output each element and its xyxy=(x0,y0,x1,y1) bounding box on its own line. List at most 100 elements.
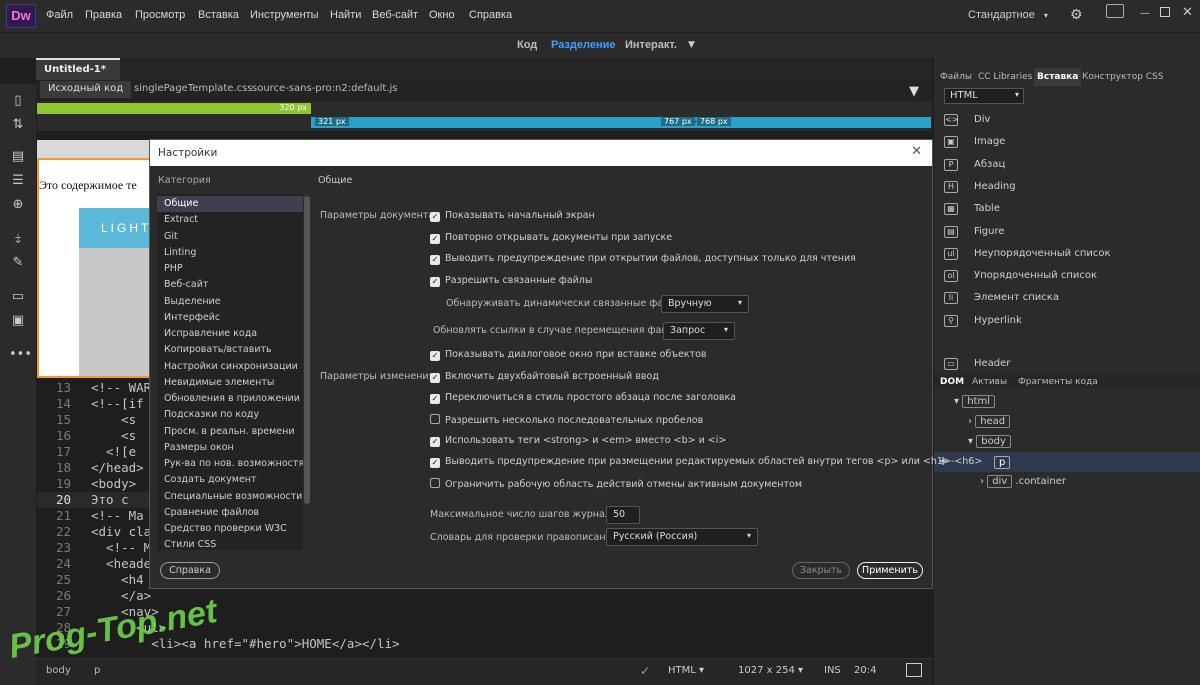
category-item[interactable]: Размеры окон xyxy=(157,440,303,456)
tag-selector-p[interactable]: p xyxy=(94,665,100,676)
window-size-select[interactable]: 1027 x 254 ▾ xyxy=(738,665,803,676)
brush-icon[interactable]: ✎ xyxy=(9,254,27,272)
related-file-css[interactable]: singlePageTemplate.css xyxy=(134,83,253,94)
file-icon[interactable]: ▯ xyxy=(9,92,27,110)
code-view-button[interactable]: Код xyxy=(517,39,537,51)
category-item[interactable]: Сравнение файлов xyxy=(157,505,303,521)
media-query-bar-blue[interactable]: 321 px »»»»»»»»»»»»»» 767 px 768 px xyxy=(311,117,931,128)
tab-insert[interactable]: Вставка xyxy=(1034,68,1082,86)
category-item[interactable]: PHP xyxy=(157,261,303,277)
source-code-button[interactable]: Исходный код xyxy=(40,81,132,98)
option-row[interactable]: ✓ Повторно открывать документы при запуск… xyxy=(430,232,672,244)
dictionary-select[interactable]: Русский (Россия) ▾ xyxy=(606,528,758,546)
category-scrollbar[interactable] xyxy=(304,196,310,504)
menu-item-7[interactable]: Окно xyxy=(429,9,455,21)
option-row[interactable]: ✓ Использовать теги <strong> и <em> вмест… xyxy=(430,435,726,447)
dom-node-body[interactable]: ▾ body xyxy=(968,435,1011,448)
option-row[interactable]: Разрешить несколько последовательных про… xyxy=(430,413,703,426)
category-item[interactable]: Обновления в приложении xyxy=(157,391,303,407)
checkbox[interactable] xyxy=(430,413,440,424)
checkbox[interactable]: ✓ xyxy=(430,436,440,447)
category-item[interactable]: Настройки синхронизации xyxy=(157,359,303,375)
tab-assets[interactable]: Активы xyxy=(972,377,1007,387)
insert-item[interactable]: H Heading xyxy=(934,179,1200,197)
insert-item[interactable]: ol Упорядоченный список xyxy=(934,268,1200,286)
chevron-down-icon[interactable]: ▼ xyxy=(688,40,695,50)
tab-cc-libraries[interactable]: CC Libraries xyxy=(978,72,1032,82)
category-item[interactable]: Интерфейс xyxy=(157,310,303,326)
menu-item-4[interactable]: Инструменты xyxy=(250,9,319,21)
gear-icon[interactable]: ⚙ xyxy=(1070,7,1083,23)
category-item[interactable]: Средство проверки W3C xyxy=(157,521,303,537)
workspace-switcher[interactable]: Стандартное ▾ xyxy=(968,9,1048,21)
insert-item[interactable]: ▭ Header xyxy=(934,356,1200,374)
dialog-close-icon[interactable]: ✕ xyxy=(911,144,922,159)
option-row[interactable]: ✓ Включить двухбайтовый встроенный ввод xyxy=(430,371,659,383)
checkbox[interactable]: ✓ xyxy=(430,373,440,383)
dom-node-head[interactable]: › head xyxy=(968,415,1011,428)
dom-node-html[interactable]: ▾ html xyxy=(954,395,995,408)
category-item[interactable]: Выделение xyxy=(157,294,303,310)
insert-mode[interactable]: INS xyxy=(824,665,841,676)
category-item[interactable]: Linting xyxy=(157,245,303,261)
checkbox[interactable]: ✓ xyxy=(430,394,440,405)
menu-item-2[interactable]: Просмотр xyxy=(135,9,185,21)
more-icon[interactable]: ••• xyxy=(9,346,32,364)
category-item[interactable]: Подсказки по коду xyxy=(157,407,303,423)
close-icon[interactable]: ✕ xyxy=(1182,5,1193,20)
tab-dom[interactable]: DOM xyxy=(940,377,964,387)
category-item[interactable]: Создать документ xyxy=(157,472,303,488)
live-view-button[interactable]: Интеракт. xyxy=(625,39,677,51)
detect-linked-select[interactable]: Вручную ▾ xyxy=(661,295,749,313)
menu-item-3[interactable]: Вставка xyxy=(198,9,239,21)
menu-item-6[interactable]: Веб-сайт xyxy=(372,9,418,21)
related-file-js[interactable]: source-sans-pro:n2:default.js xyxy=(252,83,397,94)
insert-item[interactable]: ▦ Table xyxy=(934,201,1200,219)
insert-item[interactable]: ▤ Figure xyxy=(934,224,1200,242)
checkbox[interactable]: ✓ xyxy=(430,255,440,265)
document-tab[interactable]: Untitled-1* xyxy=(36,58,120,80)
category-item[interactable]: Extract xyxy=(157,212,303,228)
minimize-icon[interactable]: — xyxy=(1140,8,1150,19)
category-item[interactable]: Стили CSS xyxy=(157,537,303,550)
category-item[interactable]: Веб-сайт xyxy=(157,277,303,293)
tab-snippets[interactable]: Фрагменты кода xyxy=(1018,377,1098,387)
option-row[interactable]: ✓ Выводить предупреждение при открытии фа… xyxy=(430,253,856,265)
filter-icon[interactable]: ▼ xyxy=(909,84,919,99)
menu-item-1[interactable]: Правка xyxy=(85,9,122,21)
expand-icon[interactable]: ⤈ xyxy=(9,230,27,248)
category-list[interactable]: Общие Extract Git Linting PHP Веб-сайт Выделен… xyxy=(157,194,303,550)
category-item[interactable]: Исправление кода xyxy=(157,326,303,342)
menu-item-8[interactable]: Справка xyxy=(469,9,512,21)
insert-category-select[interactable]: HTML ▾ xyxy=(944,88,1024,104)
category-item[interactable]: Специальные возможности xyxy=(157,489,303,505)
checkbox[interactable]: ✓ xyxy=(430,351,440,361)
live-text[interactable]: Это содержимое те xyxy=(39,178,137,193)
dom-node-div[interactable]: › div .container xyxy=(980,475,1066,488)
insert-item[interactable]: ▣ Image xyxy=(934,134,1200,152)
category-item[interactable]: Невидимые элементы xyxy=(157,375,303,391)
category-item[interactable]: Копировать/вставить xyxy=(157,342,303,358)
media-query-bar-green[interactable]: 320 px xyxy=(37,103,311,114)
format-icon[interactable]: ☰ xyxy=(9,172,27,190)
checkbox[interactable] xyxy=(430,477,440,488)
option-row[interactable]: Ограничить рабочую область действий отме… xyxy=(430,477,802,490)
insert-item[interactable]: ⚲ Hyperlink xyxy=(934,313,1200,331)
sort-icon[interactable]: ⇅ xyxy=(9,116,27,134)
category-item[interactable]: Git xyxy=(157,229,303,245)
category-item[interactable]: Рук-ва по нов. возможностям xyxy=(157,456,303,472)
comment-icon[interactable]: ▭ xyxy=(9,288,27,306)
menu-item-5[interactable]: Найти xyxy=(330,9,361,21)
inspect-icon[interactable]: ▤ xyxy=(9,148,27,166)
apply-button[interactable]: Применить xyxy=(857,562,923,579)
menu-item-0[interactable]: Файл xyxy=(46,9,73,21)
insert-item[interactable]: <> Div xyxy=(934,112,1200,130)
insert-item[interactable]: P Абзац xyxy=(934,157,1200,175)
target-icon[interactable]: ⊕ xyxy=(9,196,27,214)
help-button[interactable]: Справка xyxy=(160,562,220,579)
tag-selector-body[interactable]: body xyxy=(46,665,71,676)
live-preview-icon[interactable] xyxy=(906,663,922,677)
close-button[interactable]: Закрыть xyxy=(792,562,850,579)
checkbox[interactable]: ✓ xyxy=(430,458,440,469)
snippet-icon[interactable]: ▣ xyxy=(9,312,27,330)
